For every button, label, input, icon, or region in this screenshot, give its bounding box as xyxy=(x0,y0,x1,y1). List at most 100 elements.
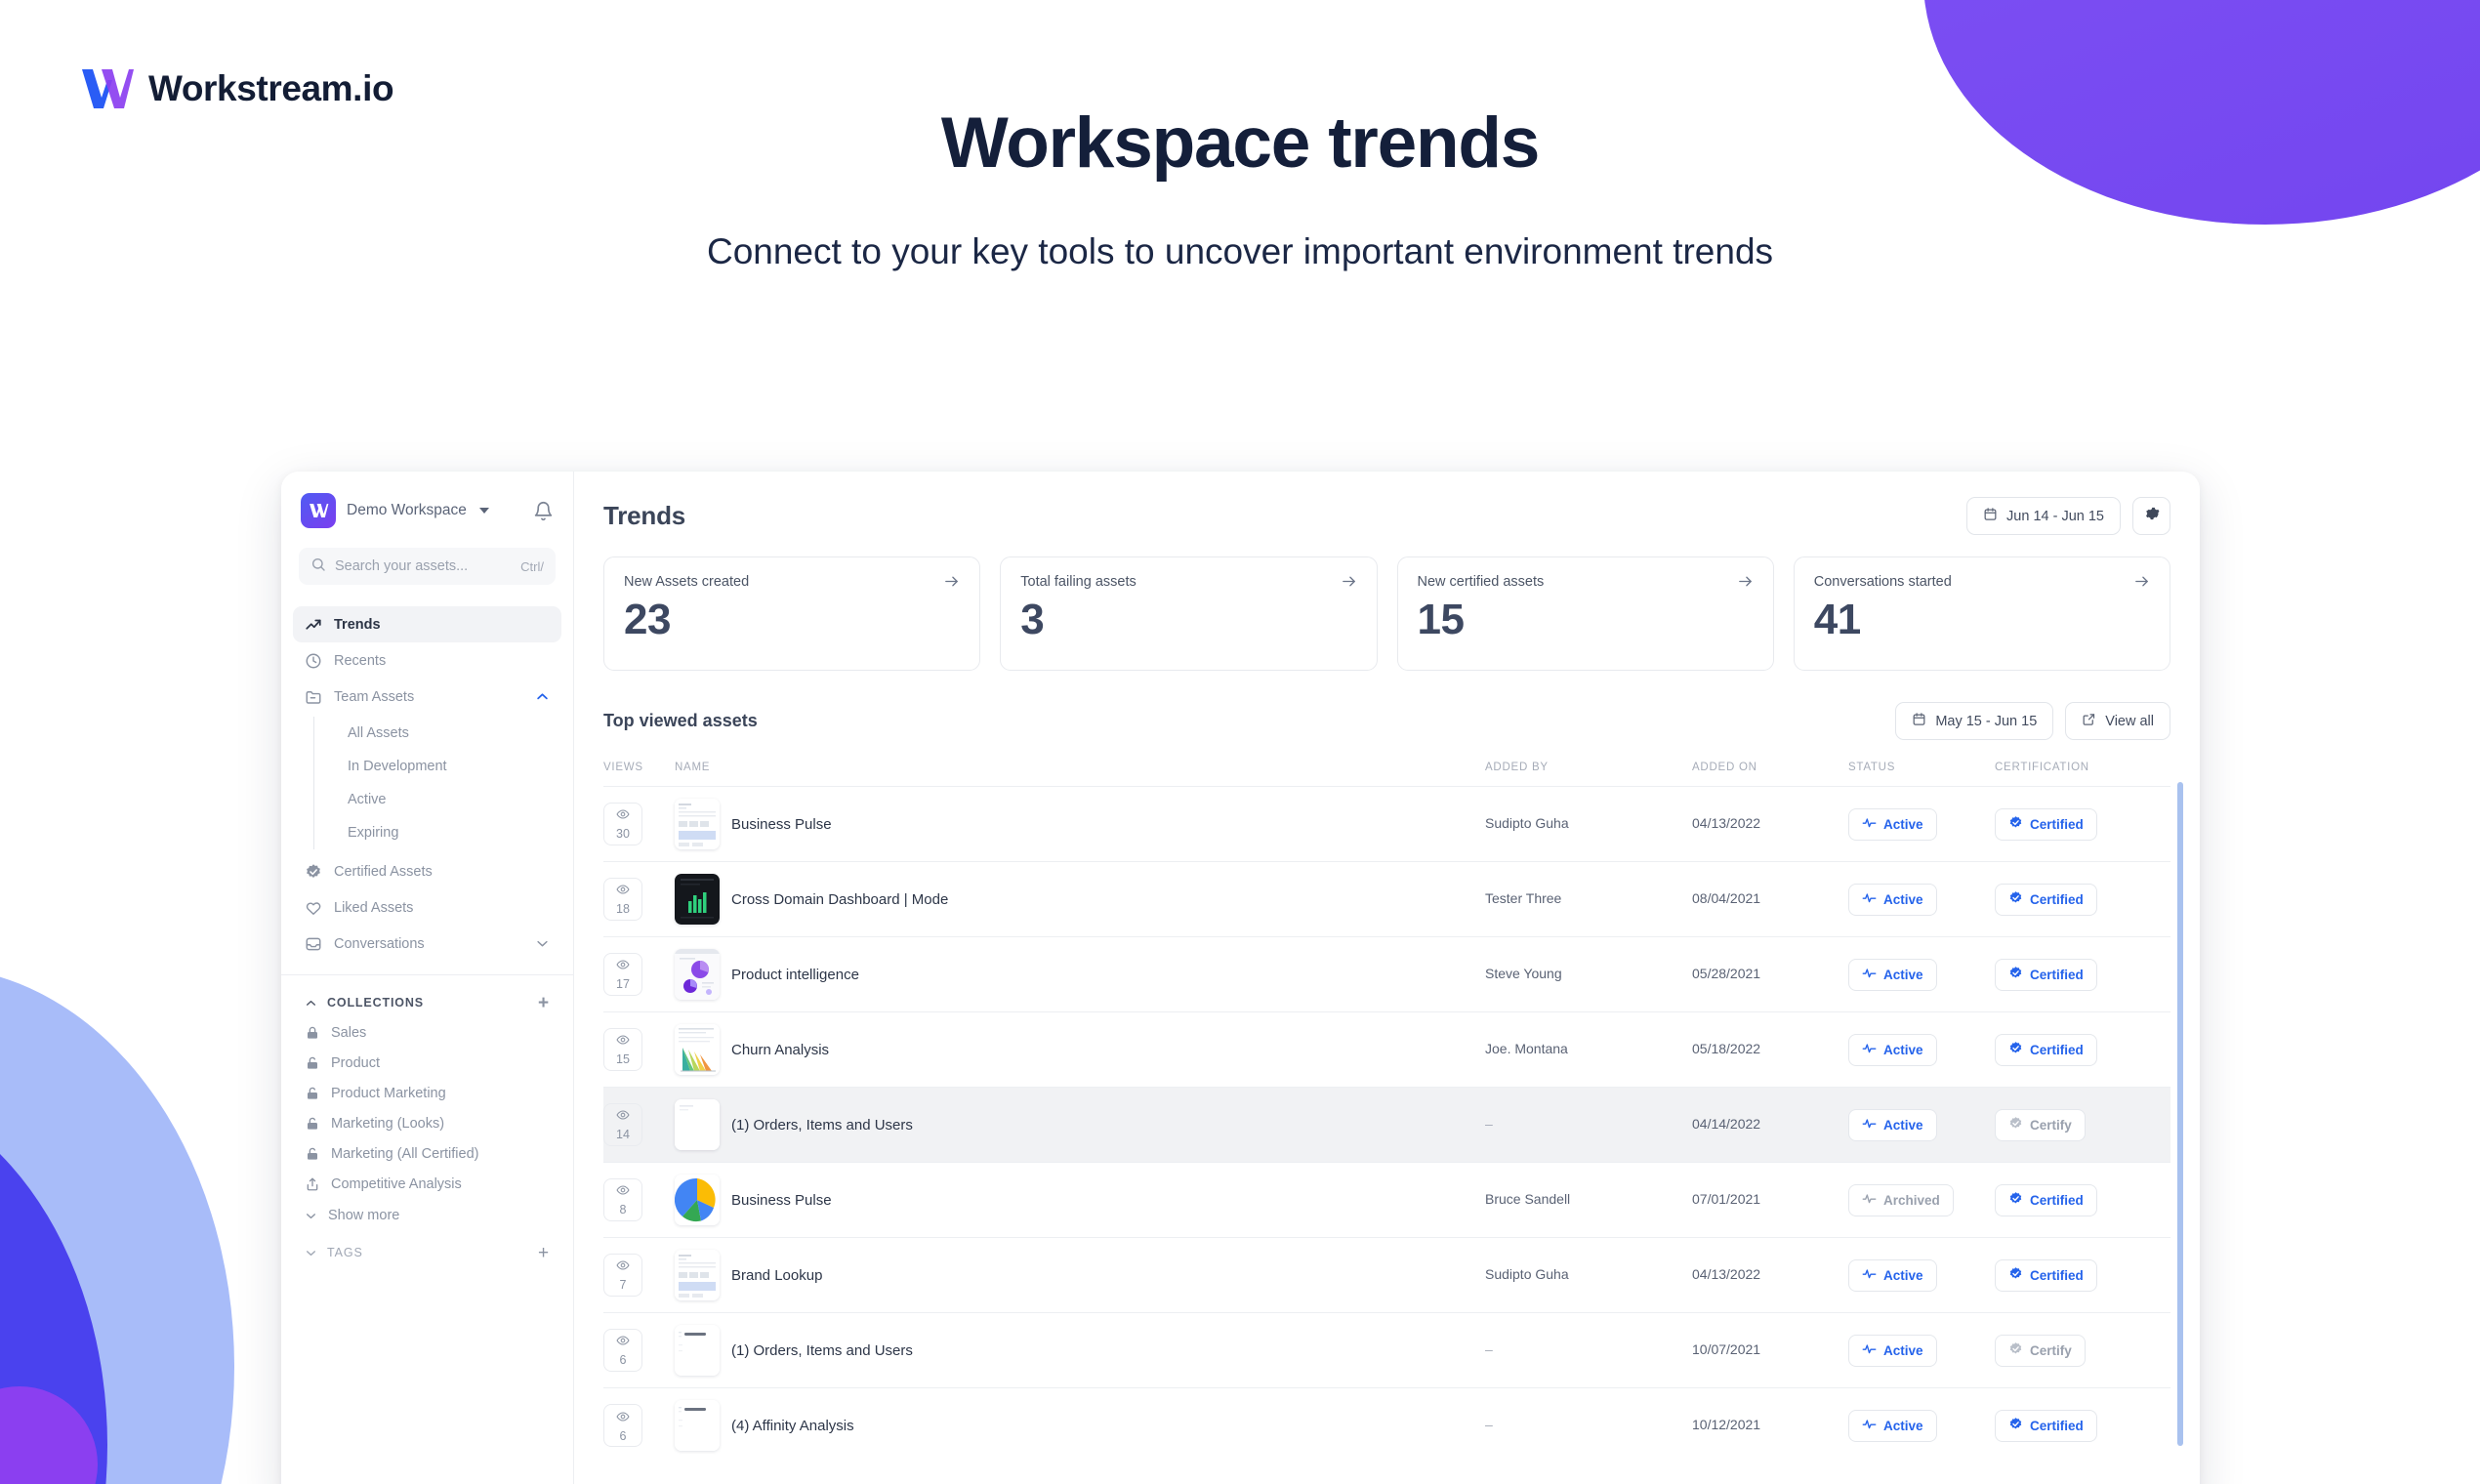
status-badge[interactable]: Active xyxy=(1848,1033,1937,1066)
plus-icon[interactable]: + xyxy=(538,1244,550,1262)
table-row[interactable]: 18 Cross Domain Dashboard | Mode Tester … xyxy=(603,861,2170,937)
stat-card-new-certified-assets[interactable]: New certified assets 15 xyxy=(1396,556,1774,671)
status-badge[interactable]: Archived xyxy=(1848,1183,1954,1216)
certification-badge[interactable]: Certify xyxy=(1995,1108,2086,1141)
sidebar-item-trends[interactable]: Trends xyxy=(293,606,561,642)
certification-badge[interactable]: Certified xyxy=(1995,958,2097,991)
badge-check-icon xyxy=(2008,1417,2023,1434)
settings-button[interactable] xyxy=(2132,497,2170,535)
certification-badge[interactable]: Certified xyxy=(1995,883,2097,916)
tags-section-header[interactable]: TAGS + xyxy=(281,1238,573,1267)
workspace-switcher[interactable]: Demo Workspace xyxy=(281,493,573,528)
plus-icon[interactable]: + xyxy=(538,994,550,1012)
asset-name[interactable]: (1) Orders, Items and Users xyxy=(731,1342,913,1359)
asset-name[interactable]: Business Pulse xyxy=(731,1192,832,1209)
status-badge[interactable]: Active xyxy=(1848,1258,1937,1292)
arrow-right-icon[interactable] xyxy=(943,573,960,590)
date-range-picker[interactable]: Jun 14 - Jun 15 xyxy=(1966,497,2121,535)
status-badge[interactable]: Active xyxy=(1848,1409,1937,1442)
asset-name[interactable]: Churn Analysis xyxy=(731,1042,829,1058)
sidebar-subitem-all-assets[interactable]: All Assets xyxy=(339,717,561,750)
status-badge[interactable]: Active xyxy=(1848,883,1937,916)
views-count: 6 xyxy=(619,1353,627,1368)
collection-item-competitive-analysis[interactable]: Competitive Analysis xyxy=(281,1169,573,1199)
table-scrollbar[interactable] xyxy=(2177,782,2183,1446)
decorative-indigo-circle xyxy=(0,1084,107,1484)
certification-badge[interactable]: Certified xyxy=(1995,1183,2097,1216)
stat-card-total-failing-assets[interactable]: Total failing assets 3 xyxy=(1000,556,1378,671)
asset-name[interactable]: (1) Orders, Items and Users xyxy=(731,1117,913,1134)
sidebar-item-certified-assets[interactable]: Certified Assets xyxy=(293,853,561,889)
bell-icon[interactable] xyxy=(533,501,554,521)
stat-card-conversations-started[interactable]: Conversations started 41 xyxy=(1793,556,2170,671)
certification-badge[interactable]: Certified xyxy=(1995,807,2097,841)
asset-name[interactable]: Business Pulse xyxy=(731,816,832,833)
badge-check-icon xyxy=(2008,1116,2023,1134)
table-row[interactable]: 17 Product intelligence Steve Young 05/2… xyxy=(603,936,2170,1012)
sidebar-subitem-expiring[interactable]: Expiring xyxy=(339,816,561,849)
main-header-actions: Jun 14 - Jun 15 xyxy=(1966,497,2170,535)
collection-item-product[interactable]: Product xyxy=(281,1048,573,1078)
collections-section-header[interactable]: COLLECTIONS + xyxy=(281,988,573,1017)
sidebar-item-conversations[interactable]: Conversations xyxy=(293,926,561,962)
caret-down-icon[interactable] xyxy=(478,508,489,514)
certification-badge[interactable]: Certified xyxy=(1995,1258,2097,1292)
sidebar-item-liked-assets[interactable]: Liked Assets xyxy=(293,889,561,926)
views-count: 7 xyxy=(619,1278,627,1293)
arrow-right-icon[interactable] xyxy=(2133,573,2150,590)
status-badge[interactable]: Active xyxy=(1848,807,1937,841)
added-on-value: 10/07/2021 xyxy=(1692,1341,1761,1357)
sidebar-nav: Trends Recents Team Assets All Assets In… xyxy=(281,606,573,962)
table-row[interactable]: 15 Churn Analysis Joe. Montana 05/18/202… xyxy=(603,1011,2170,1088)
activity-icon xyxy=(1862,1266,1877,1284)
status-badge[interactable]: Active xyxy=(1848,958,1937,991)
table-row[interactable]: 6 (1) Orders, Items and Users – 10/07/20… xyxy=(603,1312,2170,1388)
certification-badge[interactable]: Certified xyxy=(1995,1033,2097,1066)
workstream-w-logo-icon xyxy=(80,66,135,111)
sidebar-item-recents[interactable]: Recents xyxy=(293,642,561,679)
asset-name[interactable]: Product intelligence xyxy=(731,967,859,983)
view-all-button[interactable]: View all xyxy=(2065,702,2170,740)
sidebar-subitem-in-development[interactable]: In Development xyxy=(339,750,561,783)
workspace-w-logo-icon xyxy=(301,493,336,528)
arrow-right-icon[interactable] xyxy=(1341,573,1357,590)
top-viewed-assets-table: VIEWS NAME ADDED BY ADDED ON STATUS CERT… xyxy=(603,762,2170,1463)
table-row[interactable]: 6 (4) Affinity Analysis – 10/12/2021 Act… xyxy=(603,1387,2170,1463)
sidebar-item-team-assets[interactable]: Team Assets xyxy=(293,679,561,715)
status-badge[interactable]: Active xyxy=(1848,1334,1937,1367)
collection-label: Product Marketing xyxy=(331,1085,446,1101)
badge-check-icon xyxy=(2008,1191,2023,1209)
table-date-range-picker[interactable]: May 15 - Jun 15 xyxy=(1895,702,2054,740)
asset-name[interactable]: Brand Lookup xyxy=(731,1267,822,1284)
asset-thumbnail xyxy=(675,1024,720,1075)
asset-name[interactable]: Cross Domain Dashboard | Mode xyxy=(731,891,948,908)
certification-badge[interactable]: Certified xyxy=(1995,1409,2097,1442)
chevron-up-icon[interactable] xyxy=(305,997,317,1010)
table-row[interactable]: 7 Brand Lookup Sudipto Guha 04/13/2022 A… xyxy=(603,1237,2170,1313)
cell-added-by: – xyxy=(1485,1313,1692,1388)
table-row[interactable]: 8 Business Pulse Bruce Sandell 07/01/202… xyxy=(603,1162,2170,1238)
show-more-collections-button[interactable]: Show more xyxy=(281,1199,573,1232)
chevron-down-icon[interactable] xyxy=(305,1247,317,1259)
arrow-right-icon[interactable] xyxy=(1737,573,1754,590)
collection-item-product-marketing[interactable]: Product Marketing xyxy=(281,1078,573,1108)
collection-item-sales[interactable]: Sales xyxy=(281,1017,573,1048)
section-title: Top viewed assets xyxy=(603,711,758,730)
asset-name[interactable]: (4) Affinity Analysis xyxy=(731,1418,854,1434)
cell-name: Business Pulse xyxy=(675,787,1485,862)
views-chip: 14 xyxy=(603,1103,642,1146)
sidebar-subitem-active[interactable]: Active xyxy=(339,783,561,816)
status-badge[interactable]: Active xyxy=(1848,1108,1937,1141)
collection-item-marketing-all-certified[interactable]: Marketing (All Certified) xyxy=(281,1138,573,1169)
chevron-down-icon[interactable] xyxy=(535,936,550,951)
cell-certification: Certified xyxy=(1995,862,2170,937)
table-row[interactable]: 14 (1) Orders, Items and Users – 04/14/2… xyxy=(603,1087,2170,1163)
page-root: Workstream.io Workspace trends Connect t… xyxy=(0,0,2480,1484)
search-input[interactable]: Search your assets... Ctrl/ xyxy=(299,548,556,585)
certification-badge[interactable]: Certify xyxy=(1995,1334,2086,1367)
collection-item-marketing-looks[interactable]: Marketing (Looks) xyxy=(281,1108,573,1138)
show-more-label: Show more xyxy=(328,1208,400,1223)
chevron-up-icon[interactable] xyxy=(535,689,550,704)
stat-card-new-assets-created[interactable]: New Assets created 23 xyxy=(603,556,981,671)
table-row[interactable]: 30 Business Pulse Sudipto Guha 04/13/202… xyxy=(603,786,2170,862)
